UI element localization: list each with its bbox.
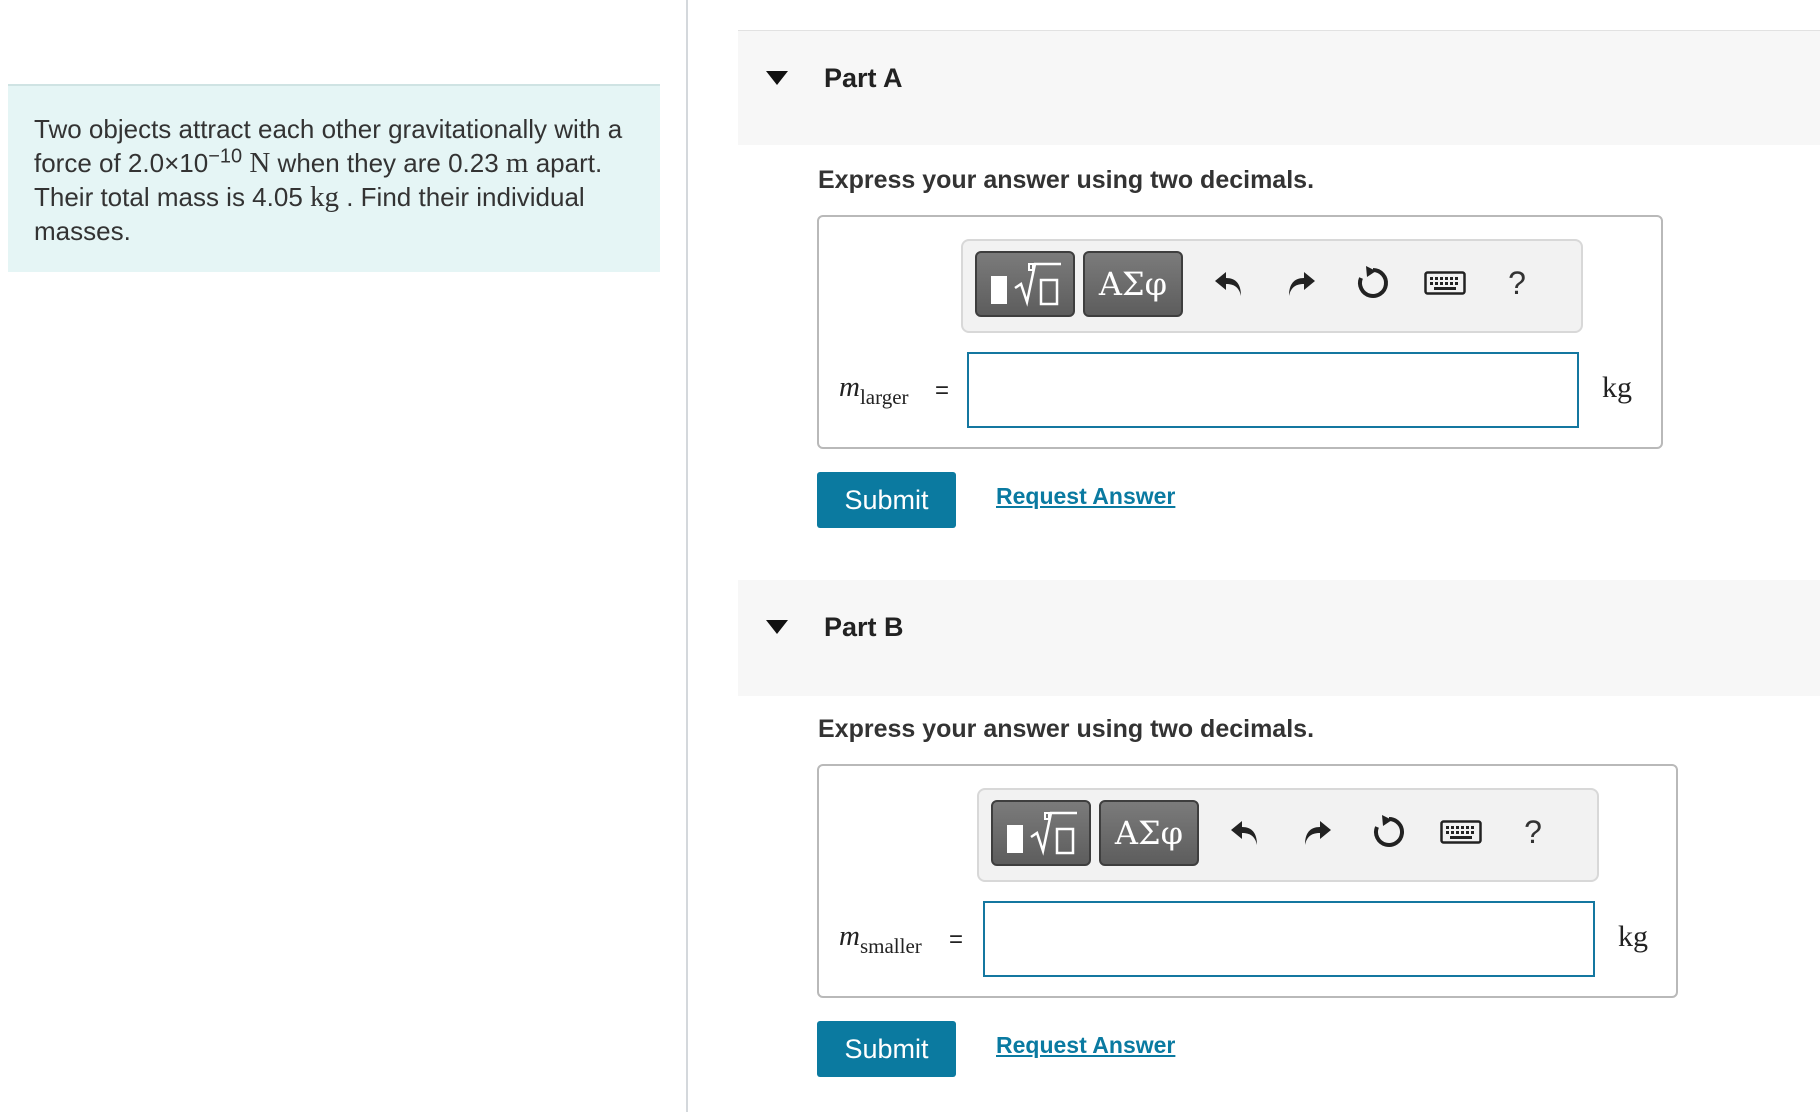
unit-meter: m [505,147,529,179]
greek-symbols-icon: ΑΣφ [1114,814,1184,852]
submit-button[interactable]: Submit [817,1021,956,1077]
unit-newton: N [249,147,271,179]
variable-label: msmaller [839,920,922,959]
templates-icon [1007,811,1077,856]
unit-label: kg [1618,920,1648,953]
part-b-answer-box: ΑΣφ ? msmaller = kg [817,764,1678,998]
math-toolbar: ΑΣφ ? [977,788,1599,882]
problem-text: force of 2.0×10 [34,148,209,178]
part-a-title: Part A [824,63,903,93]
request-answer-link[interactable]: Request Answer [996,483,1175,510]
part-b-header[interactable]: Part B [738,580,1820,696]
part-b-instruction: Express your answer using two decimals. [818,715,1315,743]
unit-kilogram: kg [310,181,339,213]
exponent: −10 [208,145,243,168]
problem-text: . Find their individual [339,182,585,212]
column-divider [686,0,688,1112]
request-answer-link[interactable]: Request Answer [996,1032,1175,1059]
greek-symbols-button[interactable]: ΑΣφ [1099,800,1199,866]
templates-button[interactable] [975,251,1075,317]
part-a-header[interactable]: Part A [738,30,1820,145]
part-b-title: Part B [824,612,904,642]
redo-icon[interactable] [1295,810,1339,854]
help-icon[interactable]: ? [1495,261,1539,305]
problem-text: when they are 0.23 [270,148,506,178]
variable-symbol: m [839,920,860,952]
problem-text: Their total mass is 4.05 [34,182,310,212]
undo-icon[interactable] [1223,810,1267,854]
problem-text: masses. [34,216,131,246]
reset-icon[interactable] [1367,810,1411,854]
problem-text: apart. [528,148,603,178]
problem-line-1: Two objects attract each other gravitati… [34,114,623,144]
templates-button[interactable] [991,800,1091,866]
answer-input[interactable] [983,901,1595,977]
templates-icon [991,262,1061,307]
variable-subscript: smaller [859,934,922,958]
keyboard-icon[interactable] [1439,810,1483,854]
undo-icon[interactable] [1207,261,1251,305]
variable-symbol: m [839,371,860,403]
greek-symbols-icon: ΑΣφ [1098,265,1168,303]
variable-label: mlarger [839,371,909,410]
answer-input[interactable] [967,352,1579,428]
part-a-instruction: Express your answer using two decimals. [818,166,1315,194]
equals-sign: = [949,926,964,953]
caret-down-icon[interactable] [766,620,788,634]
variable-subscript: larger [859,385,909,409]
reset-icon[interactable] [1351,261,1395,305]
math-toolbar: ΑΣφ ? [961,239,1583,333]
redo-icon[interactable] [1279,261,1323,305]
equals-sign: = [935,377,950,404]
problem-statement: Two objects attract each other gravitati… [8,84,660,272]
submit-button[interactable]: Submit [817,472,956,528]
keyboard-icon[interactable] [1423,261,1467,305]
part-a-answer-box: ΑΣφ ? mlarger = kg [817,215,1663,449]
unit-label: kg [1602,371,1632,404]
greek-symbols-button[interactable]: ΑΣφ [1083,251,1183,317]
help-icon[interactable]: ? [1511,810,1555,854]
caret-down-icon[interactable] [766,71,788,85]
